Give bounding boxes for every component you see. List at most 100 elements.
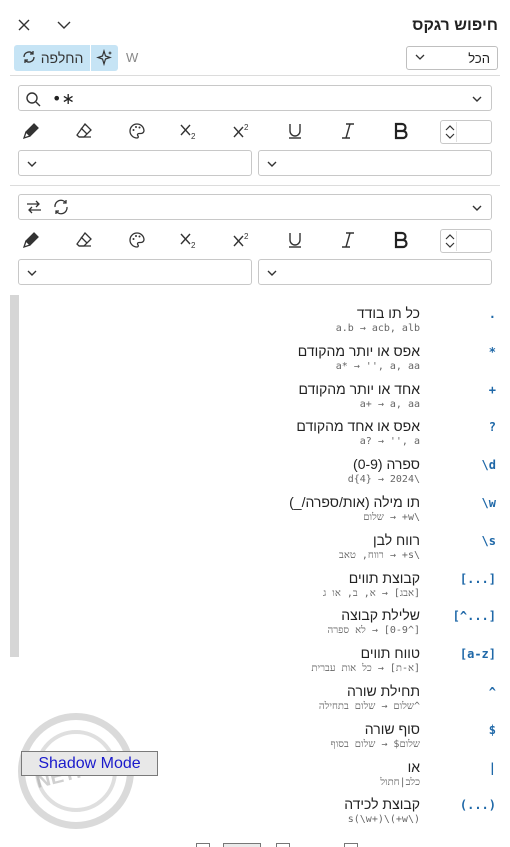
regex-item[interactable]: \w תו מילה (אות/ספרה/_) \w+ → שלום bbox=[22, 490, 500, 528]
regex-token: \s bbox=[481, 533, 496, 548]
replace-style-dropdown[interactable] bbox=[258, 259, 492, 285]
regex-item[interactable]: \s רווח לבן \s+ → רווח, טאב bbox=[22, 528, 500, 566]
view-icon-active[interactable] bbox=[223, 843, 261, 847]
bold-icon[interactable] bbox=[386, 118, 416, 144]
scope-select[interactable]: הכל bbox=[406, 46, 498, 70]
regex-item[interactable]: * אפס או יותר מהקודם a* → '', a, aa bbox=[22, 339, 500, 377]
close-icon[interactable] bbox=[13, 14, 35, 36]
font-size-stepper[interactable] bbox=[440, 120, 492, 144]
swap-icon[interactable] bbox=[25, 199, 43, 220]
regex-description: תחילת שורה bbox=[346, 683, 420, 699]
replace-label: החלפה bbox=[40, 50, 84, 66]
replace-cycle-icon bbox=[21, 50, 37, 67]
regex-token: [a-z] bbox=[459, 647, 496, 662]
font-size-stepper[interactable] bbox=[440, 229, 492, 253]
view-icon[interactable] bbox=[276, 843, 290, 847]
regex-example: \d{4} → 2024 bbox=[347, 474, 420, 486]
regex-description: סוף שורה bbox=[364, 720, 420, 737]
whole-word-toggle[interactable]: W bbox=[126, 50, 138, 65]
scrollbar[interactable] bbox=[10, 295, 19, 657]
chevron-down-icon[interactable] bbox=[53, 14, 75, 36]
superscript-icon[interactable]: 2 bbox=[227, 227, 257, 253]
regex-example: [^0-9] → לא ספרה bbox=[327, 625, 420, 637]
regex-example: ^שלום → שלום בתחילה bbox=[318, 701, 420, 712]
find-format-toolbar: 2 2 bbox=[14, 118, 494, 144]
subscript-icon[interactable]: 2 bbox=[174, 227, 204, 253]
find-color-dropdown[interactable] bbox=[18, 150, 252, 176]
regex-item[interactable]: ? אפס או אחד מהקודם a? → '', a bbox=[22, 414, 500, 452]
regex-token: \w bbox=[481, 496, 496, 510]
regex-example: a+ → a, aa bbox=[359, 398, 420, 410]
italic-icon[interactable] bbox=[333, 227, 363, 253]
regex-example: כלב|חתול bbox=[380, 776, 420, 788]
stepper-arrows[interactable] bbox=[443, 231, 457, 251]
replace-cycle-icon[interactable] bbox=[52, 199, 70, 220]
eraser-icon[interactable] bbox=[69, 118, 99, 144]
regex-example: שלום$ → שלום בסוף bbox=[330, 738, 420, 750]
regex-token: $ bbox=[488, 722, 496, 737]
view-icon[interactable] bbox=[196, 843, 210, 847]
bottom-toolbar bbox=[0, 839, 510, 847]
search-icon bbox=[25, 91, 41, 112]
replace-input[interactable] bbox=[18, 194, 492, 220]
italic-icon[interactable] bbox=[333, 118, 363, 144]
view-icon[interactable] bbox=[344, 843, 358, 847]
chevron-down-icon[interactable] bbox=[471, 92, 483, 110]
ai-sparkle-button[interactable] bbox=[91, 45, 118, 71]
find-input[interactable]: •∗ bbox=[18, 85, 492, 111]
svg-text:2: 2 bbox=[191, 241, 196, 249]
panel-header: חיפוש רגקס bbox=[0, 0, 510, 44]
replace-toggle-button[interactable]: החלפה bbox=[14, 45, 90, 71]
palette-icon[interactable] bbox=[122, 227, 152, 253]
divider bbox=[10, 75, 500, 76]
regex-token: ^ bbox=[488, 685, 496, 699]
superscript-icon[interactable]: 2 bbox=[227, 118, 257, 144]
replace-color-dropdown[interactable] bbox=[18, 259, 252, 285]
sparkle-icon bbox=[95, 49, 112, 67]
regex-description: ספרה (0-9) bbox=[353, 456, 420, 473]
regex-description: אחד או יותר מהקודם bbox=[298, 380, 420, 397]
regex-token: * bbox=[488, 344, 496, 359]
subscript-icon[interactable]: 2 bbox=[174, 118, 204, 144]
chevron-down-icon bbox=[414, 50, 426, 67]
highlighter-icon[interactable] bbox=[16, 118, 46, 144]
regex-item[interactable]: + אחד או יותר מהקודם a+ → a, aa bbox=[22, 377, 500, 415]
find-input-value: •∗ bbox=[52, 89, 75, 108]
svg-text:2: 2 bbox=[244, 232, 249, 241]
regex-item[interactable]: [...] קבוצת תווים [אבג] → א, ב, או ג bbox=[22, 566, 500, 604]
scope-value: הכל bbox=[468, 51, 490, 66]
eraser-icon[interactable] bbox=[69, 227, 99, 253]
regex-token: \d bbox=[481, 458, 496, 473]
regex-item[interactable]: \d ספרה (0-9) \d{4} → 2024 bbox=[22, 452, 500, 490]
regex-example: (\w+)\s(\w+) bbox=[347, 814, 420, 826]
divider bbox=[10, 185, 500, 186]
regex-description: כל תו בודד bbox=[356, 305, 420, 321]
chevron-down-icon bbox=[266, 157, 278, 175]
regex-token: ? bbox=[488, 420, 496, 435]
highlighter-icon[interactable] bbox=[16, 227, 46, 253]
regex-description: אפס או יותר מהקודם bbox=[297, 342, 420, 359]
regex-item[interactable]: [^...] שלילת קבוצה [^0-9] → לא ספרה bbox=[22, 603, 500, 641]
stepper-arrows[interactable] bbox=[443, 122, 457, 142]
regex-item[interactable]: . כל תו בודד a.b → acb, alb bbox=[22, 301, 500, 339]
regex-example: \w+ → שלום bbox=[363, 512, 420, 523]
regex-token: | bbox=[488, 760, 496, 775]
find-style-dropdown[interactable] bbox=[258, 150, 492, 176]
chevron-down-icon[interactable] bbox=[471, 201, 483, 219]
regex-item[interactable]: ^ תחילת שורה ^שלום → שלום בתחילה bbox=[22, 679, 500, 717]
regex-example: \s+ → רווח, טאב bbox=[339, 549, 420, 561]
shadow-mode-button[interactable]: Shadow Mode bbox=[21, 751, 158, 776]
regex-description: אפס או אחד מהקודם bbox=[296, 418, 420, 435]
chevron-down-icon bbox=[266, 266, 278, 284]
regex-example: a? → '', a bbox=[359, 436, 420, 448]
regex-example: [א-ת] → כל אות עברית bbox=[311, 663, 420, 675]
regex-item[interactable]: [a-z] טווח תווים [א-ת] → כל אות עברית bbox=[22, 641, 500, 679]
bold-icon[interactable] bbox=[386, 227, 416, 253]
palette-icon[interactable] bbox=[122, 118, 152, 144]
svg-text:2: 2 bbox=[244, 123, 249, 132]
underline-icon[interactable] bbox=[280, 227, 310, 253]
regex-token: + bbox=[488, 382, 496, 397]
regex-token: [^...] bbox=[452, 609, 496, 624]
regex-token: . bbox=[488, 307, 496, 321]
underline-icon[interactable] bbox=[280, 118, 310, 144]
